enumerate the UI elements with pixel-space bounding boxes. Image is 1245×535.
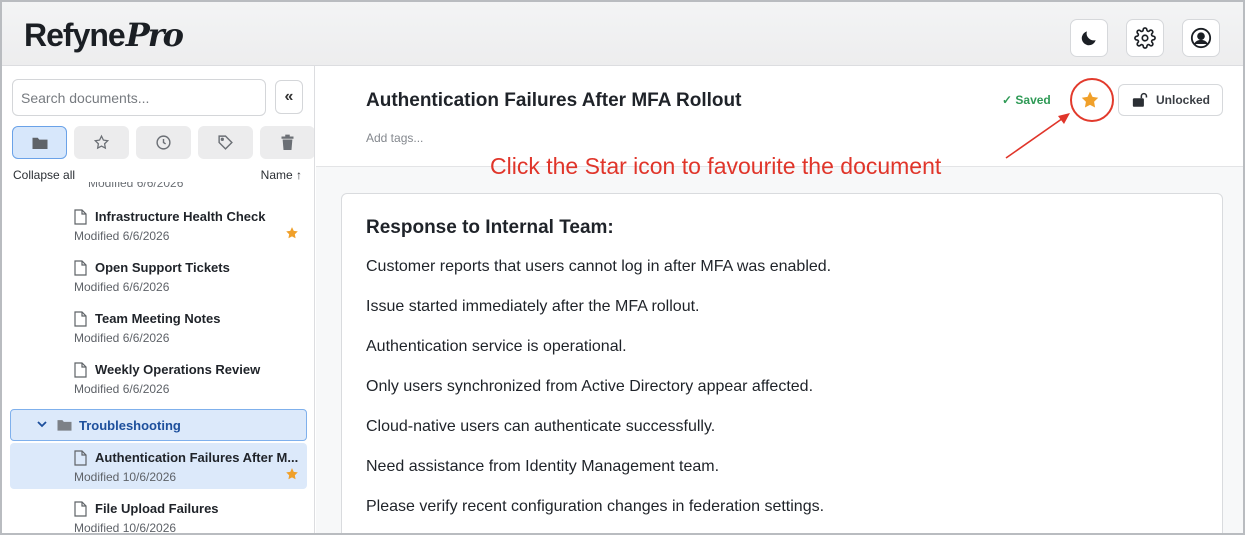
profile-button[interactable] bbox=[1182, 19, 1220, 57]
folder-troubleshooting[interactable]: Troubleshooting bbox=[10, 409, 307, 441]
document-name: Team Meeting Notes bbox=[95, 311, 221, 326]
lock-toggle-button[interactable]: Unlocked bbox=[1118, 84, 1223, 116]
logo-main: Refyne bbox=[24, 17, 126, 53]
document-name: Authentication Failures After M... bbox=[95, 450, 299, 465]
document-modified: Modified 10/6/2026 bbox=[74, 521, 177, 535]
list-item[interactable]: Infrastructure Health Check Modified 6/6… bbox=[10, 202, 307, 248]
document-name: File Upload Failures bbox=[95, 501, 219, 516]
tab-folders[interactable] bbox=[12, 126, 67, 159]
folder-icon bbox=[57, 420, 72, 431]
document-modified: Modified 6/6/2026 bbox=[74, 280, 170, 294]
file-icon bbox=[74, 362, 87, 378]
document-heading: Response to Internal Team: bbox=[366, 217, 614, 238]
file-icon bbox=[74, 311, 87, 327]
moon-icon bbox=[1081, 31, 1096, 46]
document-tree: Modified 6/6/2026 Infrastructure Health … bbox=[2, 182, 314, 535]
list-item[interactable]: Team Meeting Notes Modified 6/6/2026 bbox=[10, 304, 307, 350]
list-item-selected[interactable]: Authentication Failures After M... Modif… bbox=[10, 443, 307, 489]
list-item[interactable]: File Upload Failures Modified 10/6/2026 bbox=[10, 494, 307, 535]
search-input[interactable] bbox=[12, 79, 266, 116]
document-modified: Modified 10/6/2026 bbox=[74, 470, 177, 484]
paragraph: Authentication service is operational. bbox=[366, 338, 627, 355]
logo-accent: Pro bbox=[125, 16, 184, 54]
star-icon bbox=[286, 468, 298, 480]
folder-label: Troubleshooting bbox=[79, 418, 181, 433]
document-modified: Modified 6/6/2026 bbox=[74, 229, 170, 243]
app-window: RefynePro « bbox=[0, 0, 1245, 535]
collapse-all-link[interactable]: Collapse all bbox=[13, 168, 75, 182]
favourite-button[interactable] bbox=[1076, 86, 1104, 114]
list-item-modified-clipped: Modified 6/6/2026 bbox=[88, 182, 184, 190]
document-pane: Authentication Failures After MFA Rollou… bbox=[316, 66, 1243, 533]
star-icon bbox=[1081, 91, 1099, 108]
collapse-sidebar-button[interactable]: « bbox=[275, 80, 303, 114]
file-icon bbox=[74, 260, 87, 276]
settings-button[interactable] bbox=[1126, 19, 1164, 57]
paragraph: Please verify recent configuration chang… bbox=[366, 498, 825, 515]
document-name: Infrastructure Health Check bbox=[95, 209, 266, 224]
theme-toggle-button[interactable] bbox=[1070, 19, 1108, 57]
document-name: Open Support Tickets bbox=[95, 260, 230, 275]
document-title[interactable]: Authentication Failures After MFA Rollou… bbox=[366, 90, 741, 112]
folder-icon bbox=[32, 137, 47, 149]
file-icon bbox=[74, 450, 87, 466]
star-icon bbox=[286, 227, 298, 239]
document-header: Authentication Failures After MFA Rollou… bbox=[316, 66, 1243, 167]
top-bar: Refyne Pro bbox=[2, 2, 1243, 66]
list-item[interactable]: Weekly Operations Review Modified 6/6/20… bbox=[10, 355, 307, 401]
tab-trash[interactable] bbox=[260, 126, 314, 159]
annotation-arrow bbox=[1005, 113, 1070, 159]
tab-recent[interactable] bbox=[136, 126, 191, 159]
unlock-icon bbox=[1132, 92, 1148, 107]
chevron-down-icon bbox=[37, 421, 47, 428]
annotation-text: Click the Star icon to favourite the doc… bbox=[490, 153, 942, 179]
clock-icon bbox=[156, 135, 171, 150]
paragraph: Customer reports that users cannot log i… bbox=[366, 258, 832, 275]
tab-tags[interactable] bbox=[198, 126, 253, 159]
paragraph: Issue started immediately after the MFA … bbox=[366, 298, 700, 315]
gear-icon bbox=[1134, 27, 1156, 49]
app-logo: Refyne Pro bbox=[24, 16, 184, 54]
file-icon bbox=[74, 209, 87, 225]
document-name: Weekly Operations Review bbox=[95, 362, 261, 377]
sidebar-tabs bbox=[12, 126, 314, 159]
user-circle-icon bbox=[1190, 27, 1212, 49]
paragraph: Cloud-native users can authenticate succ… bbox=[366, 418, 716, 435]
tag-icon bbox=[218, 135, 233, 150]
document-modified: Modified 6/6/2026 bbox=[74, 331, 170, 345]
list-item[interactable]: Open Support Tickets Modified 6/6/2026 bbox=[10, 253, 307, 299]
file-icon bbox=[74, 501, 87, 517]
document-modified: Modified 6/6/2026 bbox=[74, 382, 170, 396]
sidebar: « Collapse all Name ↑ Modified 6/6/2026 bbox=[2, 66, 315, 535]
tab-favourites[interactable] bbox=[74, 126, 129, 159]
sort-toggle[interactable]: Name ↑ bbox=[261, 168, 302, 182]
trash-icon bbox=[281, 134, 294, 150]
lock-label: Unlocked bbox=[1156, 93, 1211, 107]
add-tags-input[interactable]: Add tags... bbox=[366, 131, 423, 145]
save-status: ✓ Saved bbox=[1002, 93, 1051, 107]
document-editor[interactable]: Response to Internal Team: Customer repo… bbox=[341, 193, 1223, 533]
paragraph: Need assistance from Identity Management… bbox=[366, 458, 720, 475]
paragraph: Only users synchronized from Active Dire… bbox=[366, 378, 814, 395]
star-icon bbox=[93, 134, 110, 150]
